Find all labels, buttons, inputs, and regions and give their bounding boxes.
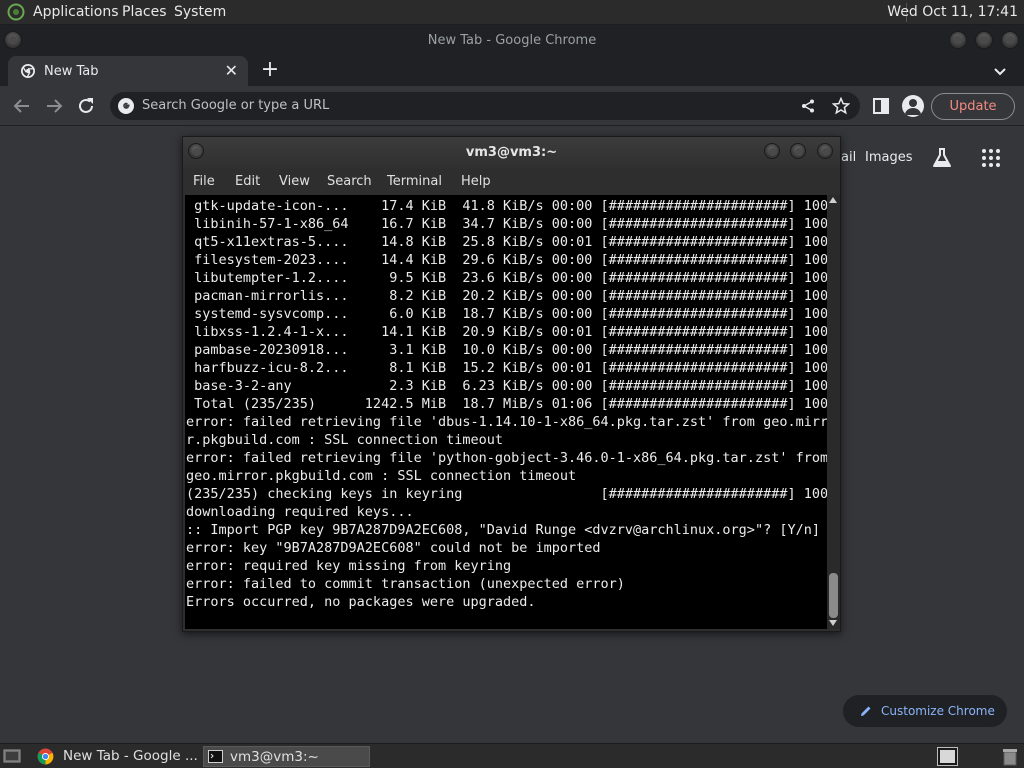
terminal-line: Errors occurred, no packages were upgrad…: [186, 594, 536, 610]
terminal-line: libutempter-1.2.... 9.5 KiB 23.6 KiB/s 0…: [186, 270, 827, 286]
terminal-menubar: File Edit View Search Terminal Help: [183, 169, 840, 195]
update-button[interactable]: Update: [931, 93, 1015, 120]
images-link[interactable]: Images: [865, 150, 913, 165]
forward-arrow-icon[interactable]: [42, 94, 66, 118]
terminal-menu-edit[interactable]: Edit: [235, 174, 260, 189]
terminal-line: filesystem-2023.... 14.4 KiB 29.6 KiB/s …: [186, 252, 827, 268]
panel-clock[interactable]: Wed Oct 11, 17:41: [887, 4, 1018, 20]
close-window-button[interactable]: [1001, 31, 1019, 49]
terminal-maximize-button[interactable]: [790, 143, 806, 159]
tab-title: New Tab: [44, 64, 99, 79]
terminal-title: vm3@vm3:~: [465, 145, 558, 160]
terminal-line: error: key "9B7A287D9A2EC608" could not …: [186, 540, 601, 556]
terminal-menu-file[interactable]: File: [193, 174, 215, 189]
profile-avatar-icon[interactable]: [902, 95, 924, 117]
chrome-taskbar-icon: [37, 748, 54, 765]
terminal-window[interactable]: vm3@vm3:~ File Edit View Search Terminal…: [182, 136, 841, 632]
taskbar-terminal[interactable]: vm3@vm3:~: [203, 746, 370, 767]
terminal-taskbar-icon: [208, 750, 223, 763]
menu-applications[interactable]: Applications: [33, 4, 119, 20]
terminal-line: error: required key missing from keyring: [186, 558, 512, 574]
terminal-line: error: failed retrieving file 'dbus-1.14…: [186, 414, 827, 430]
tab-strip: New Tab ✕ +: [0, 56, 1024, 86]
side-panel-icon[interactable]: [869, 94, 893, 118]
tab-close-icon[interactable]: ✕: [225, 61, 238, 80]
customize-chrome-button[interactable]: Customize Chrome: [843, 695, 1007, 727]
terminal-line: r.pkgbuild.com : SSL connection timeout: [186, 432, 503, 448]
terminal-line: pacman-mirrorlis... 8.2 KiB 20.2 KiB/s 0…: [186, 288, 827, 304]
apps-grid-icon[interactable]: [980, 147, 1002, 169]
terminal-scrollbar[interactable]: [827, 195, 840, 629]
chrome-logo-icon: [21, 64, 35, 78]
minimize-button[interactable]: [949, 31, 967, 49]
terminal-lines: gtk-update-icon-... 17.4 KiB 41.8 KiB/s …: [186, 197, 827, 611]
terminal-line: Total (235/235) 1242.5 MiB 18.7 MiB/s 01…: [186, 396, 827, 412]
tab-search-chevron-icon[interactable]: [990, 61, 1010, 81]
scroll-down-arrow-icon[interactable]: [829, 620, 837, 626]
gmail-link[interactable]: ail: [841, 150, 856, 165]
tab-new-tab[interactable]: New Tab ✕: [8, 56, 248, 86]
terminal-line: harfbuzz-icu-8.2... 8.1 KiB 15.2 KiB/s 0…: [186, 360, 827, 376]
omnibox[interactable]: Search Google or type a URL: [110, 92, 860, 120]
scrollbar-thumb[interactable]: [829, 573, 838, 618]
trash-icon[interactable]: [1000, 747, 1020, 766]
gnome-foot-icon[interactable]: [6, 3, 26, 21]
back-arrow-icon[interactable]: [10, 94, 34, 118]
menu-system[interactable]: System: [174, 4, 226, 20]
terminal-line: downloading required keys...: [186, 504, 414, 520]
top-panel: Applications Places System Wed Oct 11, 1…: [0, 0, 1024, 25]
chrome-titlebar: New Tab - Google Chrome: [0, 25, 1024, 56]
browser-toolbar: Search Google or type a URL Update: [0, 86, 1024, 126]
terminal-line: libxss-1.2.4-1-x... 14.1 KiB 20.9 KiB/s …: [186, 324, 827, 340]
google-g-icon: [118, 98, 134, 114]
terminal-menu-help[interactable]: Help: [461, 174, 491, 189]
bookmark-star-icon[interactable]: [832, 97, 850, 115]
omnibox-placeholder: Search Google or type a URL: [142, 98, 330, 113]
maximize-button[interactable]: [975, 31, 993, 49]
terminal-minimize-button[interactable]: [764, 143, 780, 159]
terminal-line: error: failed retrieving file 'python-go…: [186, 450, 827, 466]
terminal-line: (235/235) checking keys in keyring [####…: [186, 486, 827, 502]
terminal-close-button[interactable]: [817, 143, 833, 159]
new-tab-button[interactable]: +: [258, 58, 282, 82]
terminal-line: libinih-57-1-x86_64 16.7 KiB 34.7 KiB/s …: [186, 216, 827, 232]
terminal-line: gtk-update-icon-... 17.4 KiB 41.8 KiB/s …: [186, 198, 827, 214]
pencil-icon: [861, 706, 871, 716]
terminal-line: :: Import PGP key 9B7A287D9A2EC608, "Dav…: [186, 522, 827, 538]
terminal-line: error: failed to commit transaction (une…: [186, 576, 625, 592]
taskbar-chrome-label: New Tab - Google ...: [63, 748, 198, 764]
scroll-up-arrow-icon[interactable]: [829, 197, 837, 203]
show-desktop-icon[interactable]: [3, 748, 21, 764]
terminal-menu-terminal[interactable]: Terminal: [387, 174, 442, 189]
workspace-switcher-icon[interactable]: [937, 747, 958, 766]
terminal-line: geo.mirror.pkgbuild.com : SSL connection…: [186, 468, 577, 484]
chrome-window-title: New Tab - Google Chrome: [427, 33, 597, 48]
customize-chrome-label: Customize Chrome: [881, 704, 995, 718]
terminal-titlebar[interactable]: vm3@vm3:~: [183, 137, 840, 169]
terminal-line: qt5-x11extras-5.... 14.8 KiB 25.8 KiB/s …: [186, 234, 827, 250]
bottom-taskbar: New Tab - Google ... vm3@vm3:~: [0, 743, 1024, 768]
menu-places[interactable]: Places: [122, 4, 167, 20]
share-icon[interactable]: [800, 98, 816, 114]
terminal-line: pambase-20230918... 3.1 KiB 10.0 KiB/s 0…: [186, 342, 827, 358]
taskbar-terminal-label: vm3@vm3:~: [230, 749, 319, 765]
terminal-menu-search[interactable]: Search: [327, 174, 372, 189]
terminal-line: base-3-2-any 2.3 KiB 6.23 KiB/s 00:00 [#…: [186, 378, 827, 394]
reload-icon[interactable]: [74, 94, 98, 118]
terminal-menu-view[interactable]: View: [279, 174, 310, 189]
labs-flask-icon[interactable]: [930, 146, 954, 170]
taskbar-chrome[interactable]: New Tab - Google ...: [33, 746, 198, 767]
terminal-line: systemd-sysvcomp... 6.0 KiB 18.7 KiB/s 0…: [186, 306, 827, 322]
terminal-output[interactable]: gtk-update-icon-... 17.4 KiB 41.8 KiB/s …: [185, 195, 827, 629]
